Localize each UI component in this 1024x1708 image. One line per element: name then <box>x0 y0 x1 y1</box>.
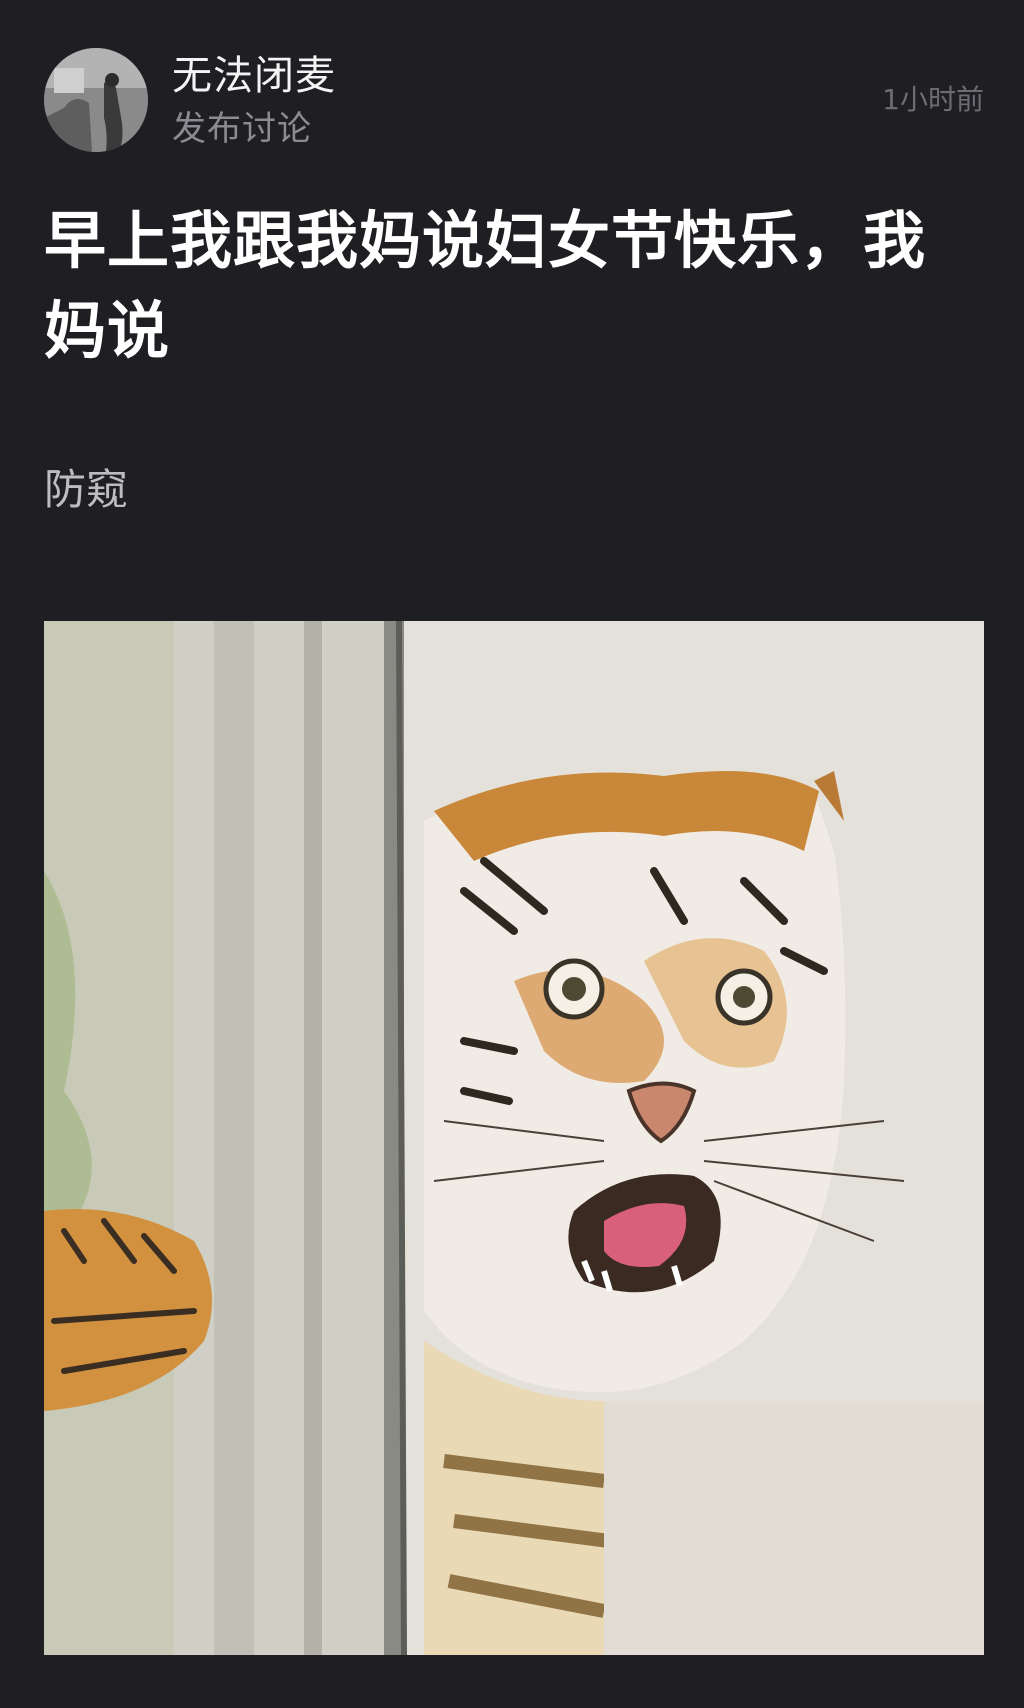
post-type-label: 发布讨论 <box>172 109 312 149</box>
post-body-text: 防窥 <box>44 465 129 514</box>
author-block: 无法闭麦 发布讨论 <box>172 48 336 154</box>
tiger-meme-image-icon <box>44 621 984 1655</box>
post-timestamp: 1小时前 <box>882 83 984 116</box>
author-name[interactable]: 无法闭麦 <box>172 48 336 104</box>
avatar-photo-icon <box>44 48 148 152</box>
avatar[interactable] <box>44 48 148 152</box>
post-image[interactable] <box>44 621 984 1655</box>
post-header: 无法闭麦 发布讨论 1小时前 <box>44 44 984 152</box>
post-title[interactable]: 早上我跟我妈说妇女节快乐，我妈说 <box>44 196 974 376</box>
